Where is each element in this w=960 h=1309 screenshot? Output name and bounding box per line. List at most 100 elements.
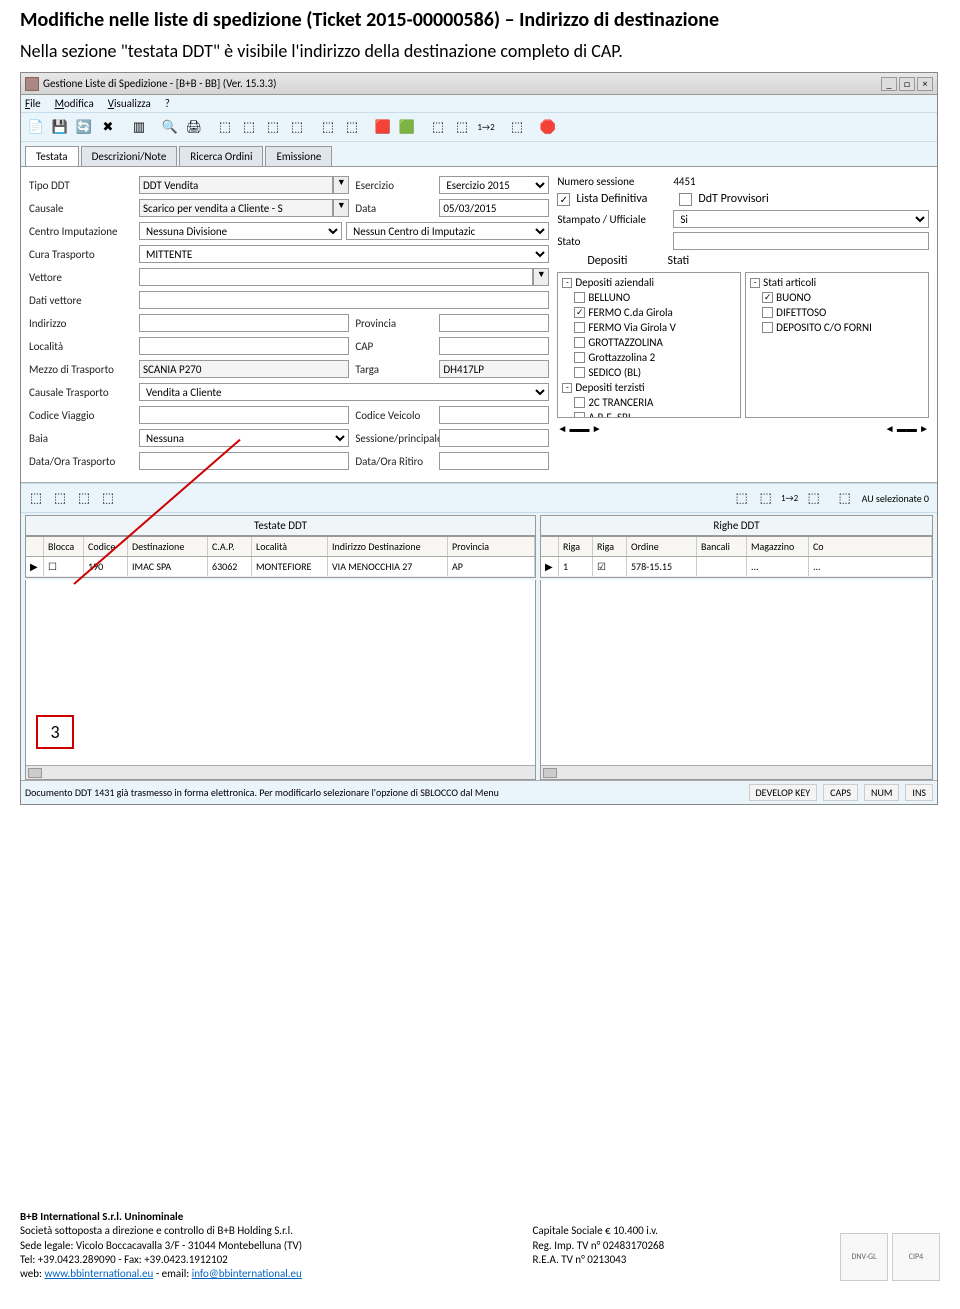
- stop-icon[interactable]: 🛑: [537, 116, 559, 138]
- label-lista-definitiva: Lista Definitiva: [576, 192, 647, 206]
- footer-r1: Capitale Sociale € 10.400 i.v.: [533, 1224, 841, 1238]
- menu-modifica[interactable]: Modifica: [55, 97, 94, 110]
- doc-intro: Nella sezione "testata DDT" è visibile l…: [20, 40, 940, 62]
- mt5-icon[interactable]: ⬚: [731, 487, 753, 509]
- select-centro-imp[interactable]: Nessun Centro di Imputazic: [346, 222, 549, 240]
- status-ins: INS: [905, 784, 933, 801]
- maximize-button[interactable]: □: [899, 77, 915, 91]
- select-stampato[interactable]: Si: [673, 210, 929, 228]
- selezionate-label: AU selezionate 0: [858, 492, 933, 505]
- input-codice-viaggio[interactable]: [139, 406, 349, 424]
- checkbox-lista-definitiva[interactable]: ✓: [557, 193, 570, 206]
- label-dati-vettore: Dati vettore: [29, 294, 139, 307]
- tool8-icon[interactable]: 🟩: [396, 116, 418, 138]
- form: Tipo DDT ▼ Esercizio Esercizio 2015 Caus…: [21, 167, 937, 483]
- tool5-icon[interactable]: ⬚: [317, 116, 339, 138]
- tool2-icon[interactable]: ⬚: [238, 116, 260, 138]
- grid-righe[interactable]: Riga Riga Ordine Bancali Magazzino Co ▶ …: [540, 536, 933, 578]
- tab-emissione[interactable]: Emissione: [265, 146, 332, 166]
- tool6-icon[interactable]: ⬚: [341, 116, 363, 138]
- label-provincia: Provincia: [349, 317, 439, 330]
- tabs: Testata Descrizioni/Note Ricerca Ordini …: [21, 142, 937, 167]
- label-targa: Targa: [349, 363, 439, 376]
- input-dati-vettore[interactable]: [139, 291, 549, 309]
- select-cura-trasporto[interactable]: MITTENTE: [139, 245, 549, 263]
- input-tipo-ddt[interactable]: [139, 176, 333, 194]
- label-codice-viaggio: Codice Viaggio: [29, 409, 139, 422]
- input-causale[interactable]: [139, 199, 333, 217]
- input-stato[interactable]: [673, 232, 929, 250]
- mt9-icon[interactable]: ⬚: [834, 487, 856, 509]
- input-data-ora-trasporto[interactable]: [139, 452, 349, 470]
- mt1-icon[interactable]: ⬚: [25, 487, 47, 509]
- footer-web-link[interactable]: www.bbinternational.eu: [44, 1267, 153, 1280]
- tool7-icon[interactable]: 🟥: [372, 116, 394, 138]
- mt4-icon[interactable]: ⬚: [97, 487, 119, 509]
- print-icon[interactable]: 🖨: [183, 116, 205, 138]
- new-icon[interactable]: 📄: [25, 116, 47, 138]
- input-codice-veicolo[interactable]: [439, 406, 549, 424]
- input-localita[interactable]: [139, 337, 349, 355]
- footer-l2: Società sottoposta a direzione e control…: [20, 1224, 533, 1238]
- tool12-icon[interactable]: ⬚: [506, 116, 528, 138]
- select-divisione[interactable]: Nessuna Divisione: [139, 222, 342, 240]
- input-data[interactable]: [439, 199, 549, 217]
- status-message: Documento DDT 1431 già trasmesso in form…: [25, 786, 743, 799]
- select-esercizio[interactable]: Esercizio 2015: [439, 176, 549, 194]
- tool10-icon[interactable]: ⬚: [451, 116, 473, 138]
- dropdown-icon[interactable]: ▼: [333, 176, 349, 194]
- footer-r3: R.E.A. TV n° 0213043: [533, 1253, 841, 1267]
- label-tipo-ddt: Tipo DDT: [29, 179, 139, 192]
- menu-visualizza[interactable]: Visualizza: [108, 97, 151, 110]
- input-vettore[interactable]: [139, 268, 533, 286]
- tool1-icon[interactable]: ⬚: [214, 116, 236, 138]
- dropdown-icon[interactable]: ▼: [533, 268, 549, 286]
- mt7-icon[interactable]: 1→2: [779, 487, 801, 509]
- input-sessione[interactable]: [439, 429, 549, 447]
- tree-stati[interactable]: -Stati articoli ✓BUONO DIFETTOSO DEPOSIT…: [745, 272, 929, 418]
- label-stato: Stato: [557, 235, 667, 248]
- tree-depositi[interactable]: -Depositi aziendali BELLUNO ✓FERMO C.da …: [557, 272, 741, 418]
- dropdown-icon[interactable]: ▼: [333, 199, 349, 217]
- footer: B+B International S.r.l. Uninominale Soc…: [20, 1210, 940, 1281]
- barcode-icon[interactable]: ▥: [128, 116, 150, 138]
- mt8-icon[interactable]: ⬚: [803, 487, 825, 509]
- mt3-icon[interactable]: ⬚: [73, 487, 95, 509]
- refresh-icon[interactable]: 🔄: [73, 116, 95, 138]
- titlebar: Gestione Liste di Spedizione - [B+B - BB…: [21, 73, 937, 95]
- label-baia: Baia: [29, 432, 139, 445]
- input-indirizzo[interactable]: [139, 314, 349, 332]
- search-icon[interactable]: 🔍: [159, 116, 181, 138]
- mt6-icon[interactable]: ⬚: [755, 487, 777, 509]
- menu-help[interactable]: ?: [165, 97, 170, 110]
- footer-email-link[interactable]: info@bbinternational.eu: [192, 1267, 302, 1280]
- tool9-icon[interactable]: ⬚: [427, 116, 449, 138]
- save-icon[interactable]: 💾: [49, 116, 71, 138]
- close-button[interactable]: ×: [917, 77, 933, 91]
- checkbox-ddt-provvisori[interactable]: [679, 193, 692, 206]
- label-data-ora-ritiro: Data/Ora Ritiro: [349, 455, 439, 468]
- minimize-button[interactable]: _: [881, 77, 897, 91]
- input-cap[interactable]: [439, 337, 549, 355]
- tool3-icon[interactable]: ⬚: [262, 116, 284, 138]
- tool4-icon[interactable]: ⬚: [286, 116, 308, 138]
- delete-icon[interactable]: ✖: [97, 116, 119, 138]
- input-mezzo[interactable]: [139, 360, 349, 378]
- mt2-icon[interactable]: ⬚: [49, 487, 71, 509]
- value-numero-sessione: 4451: [673, 175, 929, 188]
- label-causale-trasporto: Causale Trasporto: [29, 386, 139, 399]
- tab-ricerca[interactable]: Ricerca Ordini: [179, 146, 263, 166]
- tab-testata[interactable]: Testata: [25, 146, 79, 166]
- select-causale-trasporto[interactable]: Vendita a Cliente: [139, 383, 549, 401]
- footer-l4: Tel: +39.0423.289090 - Fax: +39.0423.191…: [20, 1253, 533, 1267]
- toolbar: 📄 💾 🔄 ✖ ▥ 🔍 🖨 ⬚ ⬚ ⬚ ⬚ ⬚ ⬚ 🟥 🟩 ⬚ ⬚ 1→2 ⬚ …: [21, 113, 937, 142]
- input-provincia[interactable]: [439, 314, 549, 332]
- label-sessione: Sessione/principale: [349, 432, 439, 445]
- input-data-ora-ritiro[interactable]: [439, 452, 549, 470]
- input-targa[interactable]: [439, 360, 549, 378]
- menu-file[interactable]: File: [25, 97, 41, 110]
- tab-descrizioni[interactable]: Descrizioni/Note: [81, 146, 178, 166]
- footer-company: B+B International S.r.l. Uninominale: [20, 1210, 533, 1224]
- tool11-icon[interactable]: 1→2: [475, 116, 497, 138]
- select-baia[interactable]: Nessuna: [139, 429, 349, 447]
